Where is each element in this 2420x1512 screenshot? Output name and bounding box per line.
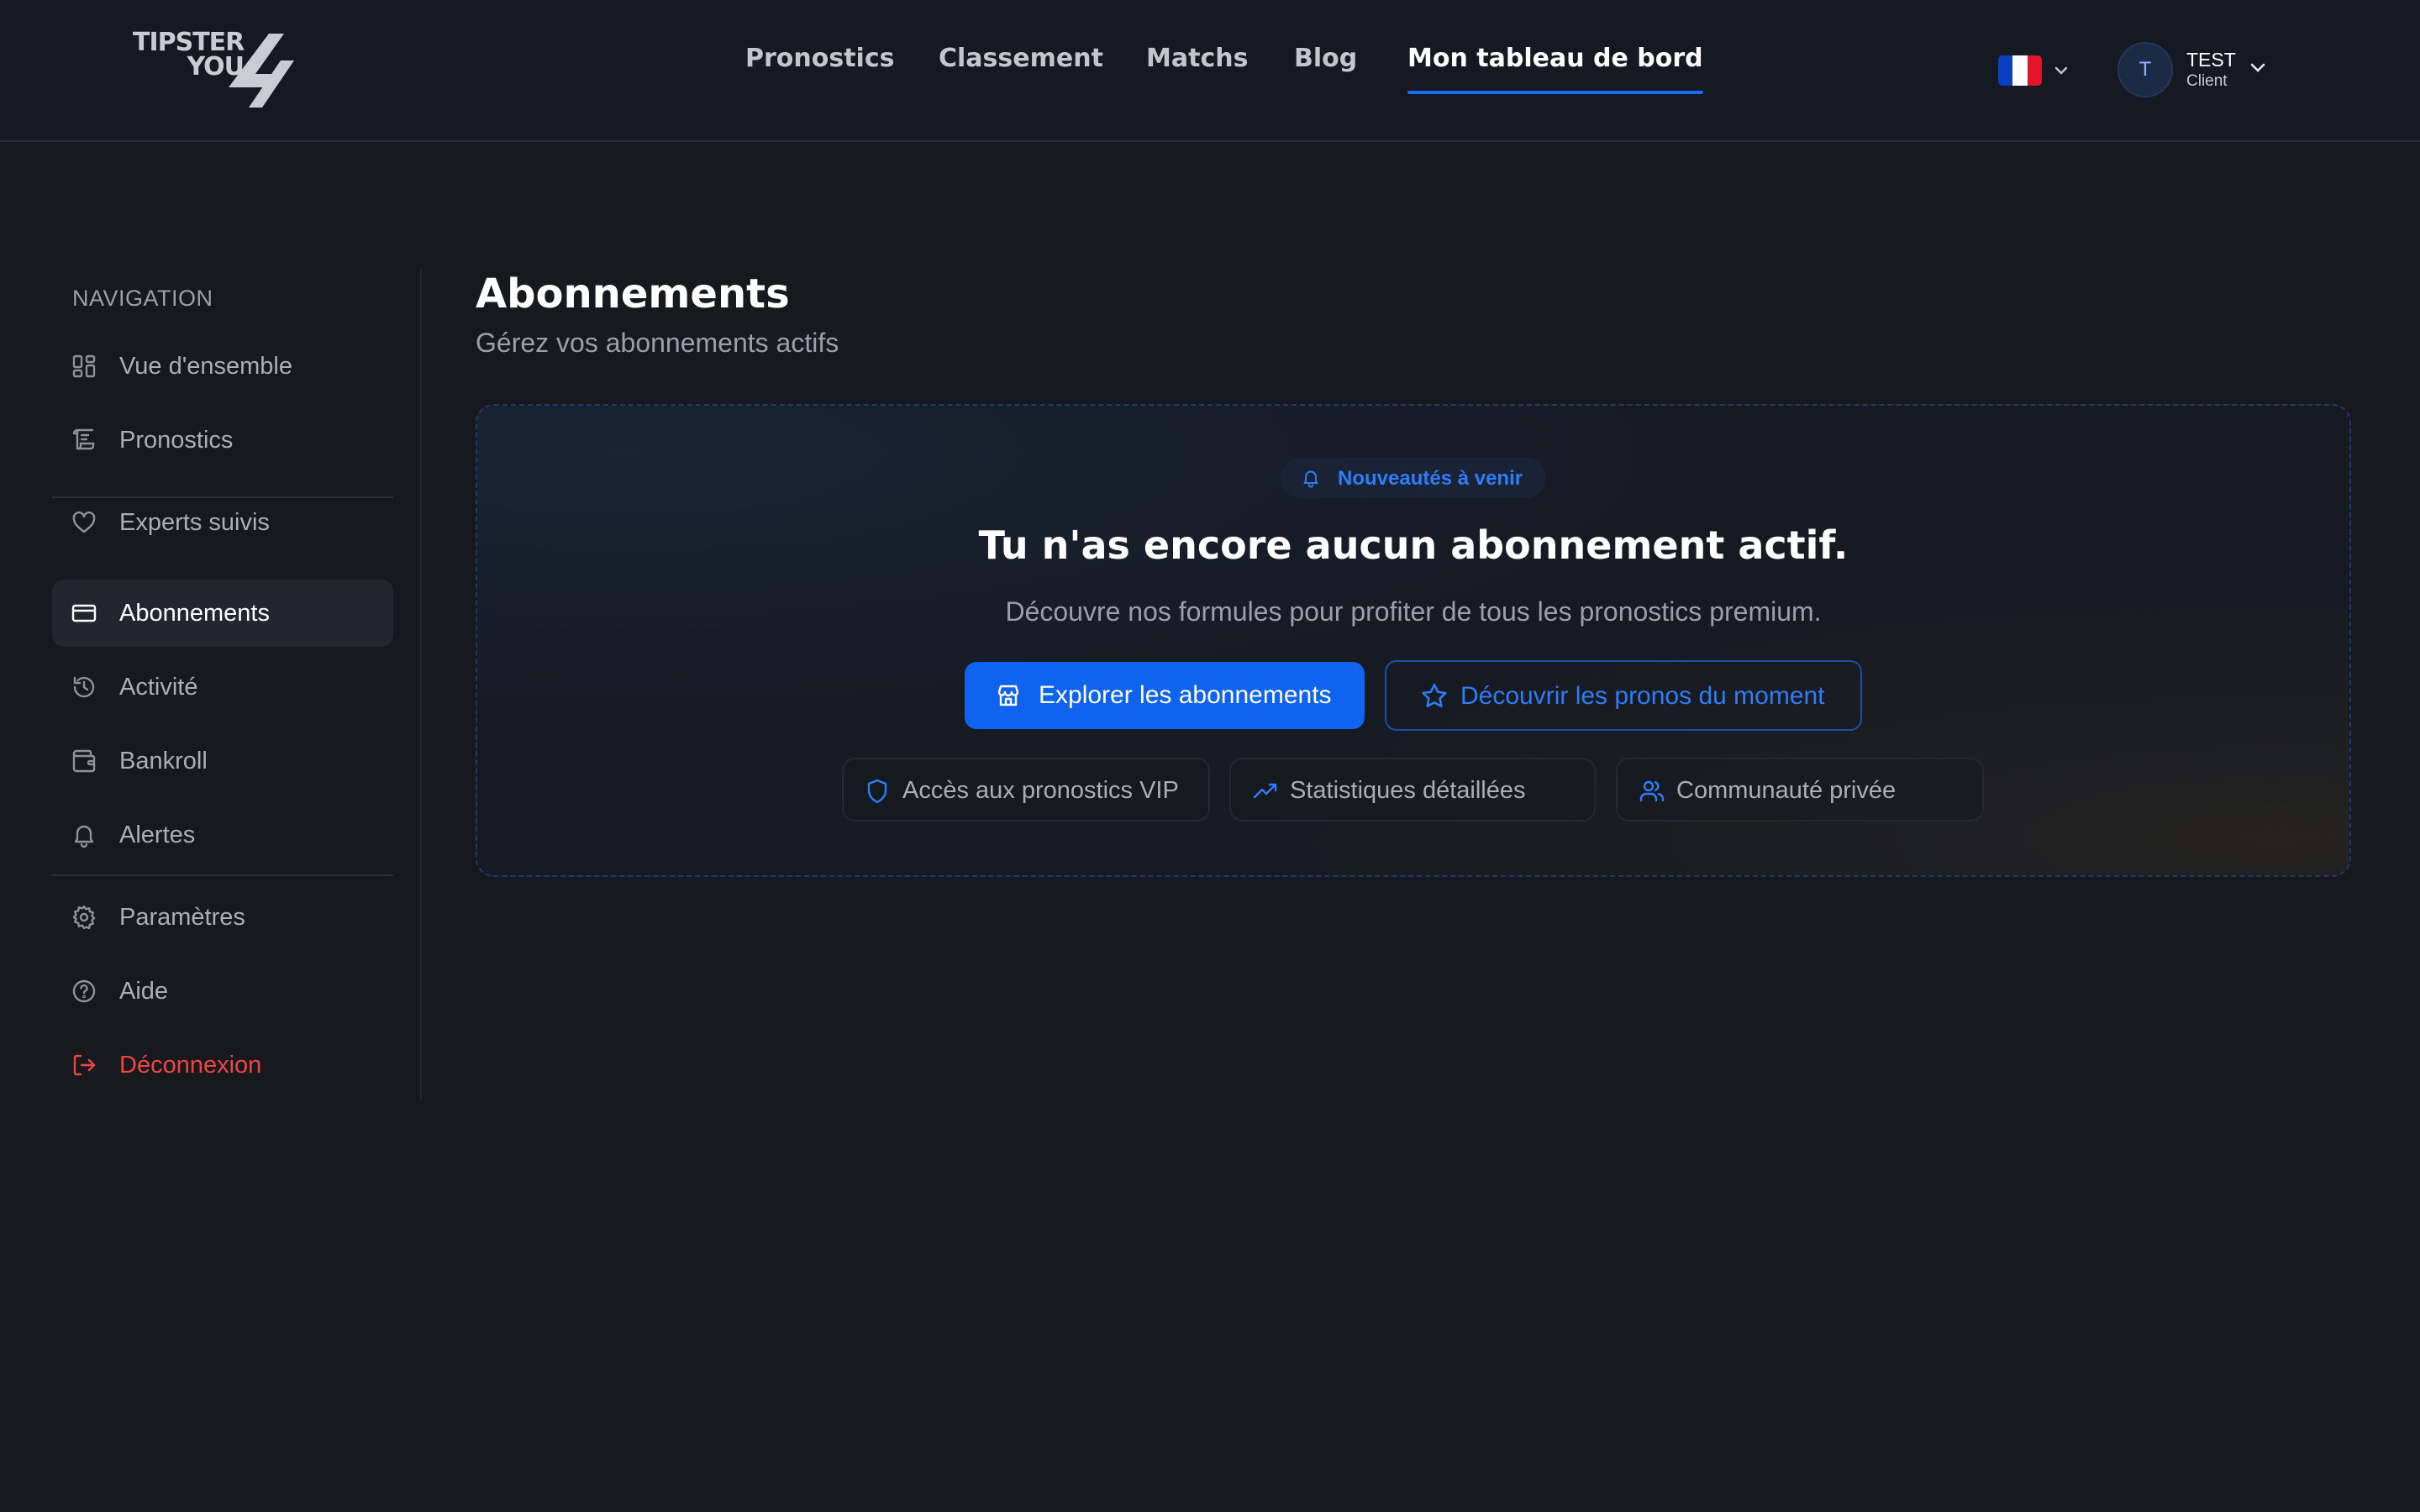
sidebar-item-label: Pronostics [119, 427, 234, 454]
page-subtitle: Gérez vos abonnements actifs [476, 328, 839, 358]
feature-label: Communauté privée [1676, 777, 1897, 804]
sidebar: NAVIGATION Vue d'ensemble Pronostics Exp… [52, 269, 422, 1100]
nav-classement[interactable]: Classement [939, 44, 1103, 96]
sidebar-item-parametres[interactable]: Paramètres [52, 884, 393, 951]
language-selector[interactable] [1998, 55, 2075, 86]
badge-label: Nouveautés à venir [1338, 467, 1523, 490]
sidebar-item-label: Déconnexion [119, 1052, 262, 1079]
empty-state-subtitle: Découvre nos formules pour profiter de t… [1005, 596, 1822, 627]
nav-pronostics[interactable]: Pronostics [745, 44, 894, 96]
feature-vip-access: Accès aux pronostics VIP [842, 758, 1210, 822]
logo[interactable]: TIPSTER YOU [133, 30, 301, 111]
user-menu[interactable]: T TEST Client [2118, 42, 2277, 99]
credit-card-icon [71, 604, 97, 622]
heart-icon [72, 511, 96, 533]
help-circle-icon [72, 979, 96, 1003]
sidebar-item-bankroll[interactable]: Bankroll [52, 727, 393, 795]
trending-up-icon [1253, 783, 1277, 799]
store-icon [997, 685, 1019, 706]
coming-soon-badge: Nouveautés à venir [1281, 458, 1546, 498]
sidebar-item-label: Paramètres [119, 904, 245, 931]
feature-label: Accès aux pronostics VIP [902, 777, 1179, 804]
sidebar-item-label: Activité [119, 674, 198, 701]
sidebar-item-label: Experts suivis [119, 509, 270, 536]
button-label: Découvrir les pronos du moment [1460, 682, 1825, 710]
sidebar-item-pronostics[interactable]: Pronostics [52, 407, 393, 474]
discover-pronos-button[interactable]: Découvrir les pronos du moment [1385, 660, 1862, 731]
nav-blog[interactable]: Blog [1294, 44, 1357, 96]
chevron-down-icon [2250, 63, 2265, 72]
sidebar-item-deconnexion[interactable]: Déconnexion [52, 1032, 393, 1099]
user-role: Client [2186, 72, 2228, 90]
empty-state-title: Tu n'as encore aucun abonnement actif. [978, 522, 1849, 568]
sidebar-item-aide[interactable]: Aide [52, 958, 393, 1025]
feature-private-community: Communauté privée [1616, 758, 1984, 822]
nav-matchs[interactable]: Matchs [1146, 44, 1248, 96]
sidebar-item-label: Bankroll [119, 748, 208, 774]
logout-icon [73, 1054, 96, 1076]
dashboard-icon [72, 354, 96, 378]
sidebar-separator [52, 874, 393, 876]
sidebar-item-experts-suivis[interactable]: Experts suivis [52, 489, 393, 556]
user-name: TEST [2186, 49, 2236, 71]
explore-subscriptions-button[interactable]: Explorer les abonnements [965, 662, 1365, 729]
sidebar-item-activite[interactable]: Activité [52, 654, 393, 721]
sidebar-item-abonnements[interactable]: Abonnements [52, 580, 393, 647]
bell-icon [1303, 470, 1318, 488]
wallet-icon [72, 749, 96, 773]
fr-flag-icon [1998, 55, 2042, 86]
feature-statistics: Statistiques détaillées [1229, 758, 1596, 822]
sidebar-heading: NAVIGATION [72, 286, 213, 311]
avatar: T [2118, 42, 2173, 97]
sidebar-item-label: Aide [119, 978, 169, 1005]
sidebar-item-label: Vue d'ensemble [119, 353, 292, 380]
history-icon [73, 676, 95, 698]
bell-icon [74, 825, 94, 848]
sidebar-item-label: Alertes [119, 822, 196, 848]
feature-label: Statistiques détaillées [1290, 777, 1526, 804]
sidebar-item-vue-ensemble[interactable]: Vue d'ensemble [52, 333, 393, 400]
page-title: Abonnements [476, 270, 790, 318]
top-header: TIPSTER YOU Pronostics Classement Matchs… [0, 0, 2420, 142]
star-icon [1422, 683, 1447, 707]
sidebar-item-label: Abonnements [119, 600, 270, 627]
button-label: Explorer les abonnements [1039, 681, 1332, 709]
nav-tableau-de-bord[interactable]: Mon tableau de bord [1407, 44, 1703, 96]
users-icon [1639, 780, 1665, 802]
logo-mark-icon [229, 34, 294, 108]
gear-icon [72, 905, 96, 930]
scroll-icon [72, 428, 95, 450]
chevron-down-icon [2054, 66, 2068, 75]
shield-icon [867, 779, 887, 804]
sidebar-item-alertes[interactable]: Alertes [52, 801, 393, 869]
